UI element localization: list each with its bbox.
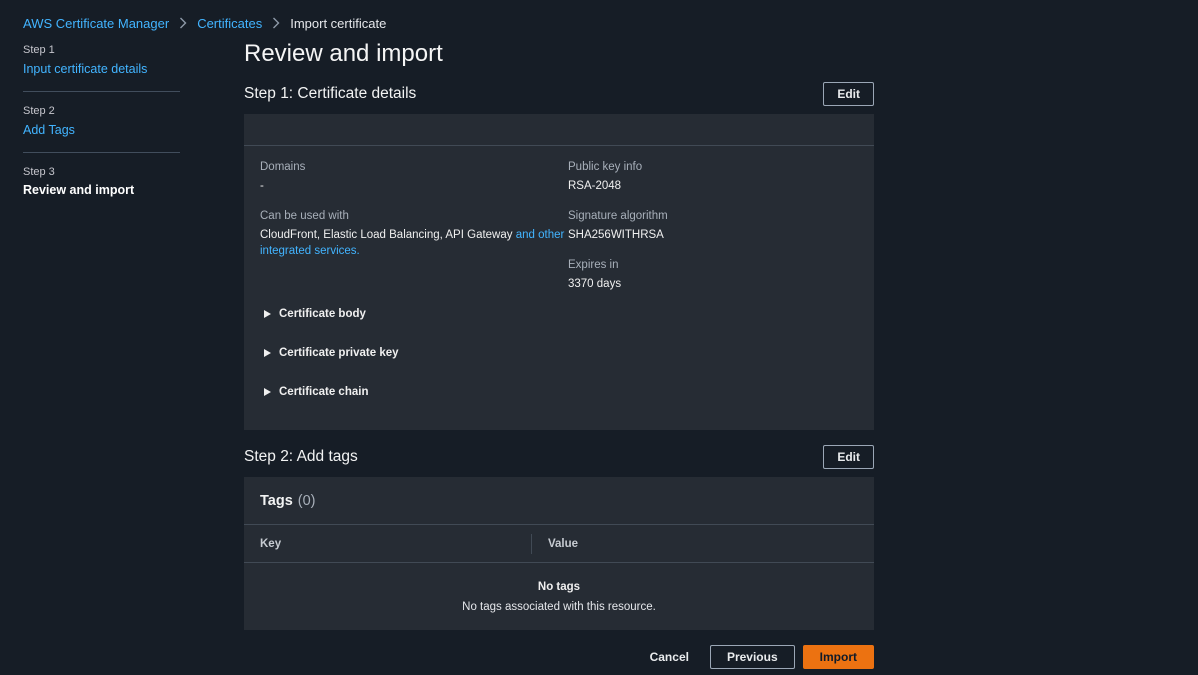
step2-edit-button[interactable]: Edit [823, 445, 874, 469]
expander-label: Certificate body [279, 308, 366, 320]
expires-field: Expires in 3370 days [568, 257, 868, 292]
step-link-add-tags[interactable]: Add Tags [23, 123, 75, 137]
tags-table-header: Key Value [244, 525, 874, 563]
caret-right-icon [264, 388, 271, 396]
certificate-private-key-expander[interactable]: Certificate private key [264, 345, 874, 361]
signature-algorithm-value: SHA256WITHRSA [568, 229, 664, 241]
certificate-chain-expander[interactable]: Certificate chain [264, 384, 874, 400]
cancel-button[interactable]: Cancel [629, 645, 710, 669]
breadcrumb-link-certificates[interactable]: Certificates [197, 16, 262, 31]
empty-state-title: No tags [537, 580, 581, 593]
used-with-value: CloudFront, Elastic Load Balancing, API … [260, 227, 568, 259]
expander-label: Certificate private key [279, 347, 399, 359]
breadcrumb-current: Import certificate [290, 15, 387, 31]
certificate-body-expander[interactable]: Certificate body [264, 306, 874, 322]
domains-value: - [260, 180, 264, 192]
chevron-right-icon [180, 17, 187, 29]
expires-value: 3370 days [568, 278, 622, 290]
caret-right-icon [264, 310, 271, 318]
empty-state-description: No tags associated with this resource. [462, 600, 656, 613]
column-header-key: Key [244, 533, 532, 554]
tags-header: Tags (0) [244, 477, 874, 525]
signature-algorithm-label: Signature algorithm [568, 210, 668, 222]
step-2: Step 2 Add Tags [23, 91, 180, 152]
breadcrumb-link-acm[interactable]: AWS Certificate Manager [23, 16, 169, 31]
chevron-right-icon [273, 17, 280, 29]
step-3: Step 3 Review and import [23, 152, 180, 211]
panel-header [244, 114, 874, 146]
step-number: Step 3 [23, 166, 55, 178]
form-actions: Cancel Previous Import [244, 645, 874, 669]
step-current-review-and-import: Review and import [23, 183, 135, 197]
step1-edit-button[interactable]: Edit [823, 82, 874, 106]
tags-empty-state: No tags No tags associated with this res… [244, 563, 874, 630]
previous-button[interactable]: Previous [709, 645, 795, 669]
details-left-column: Domains - Can be used with CloudFront, E… [260, 159, 568, 306]
column-header-value: Value [548, 537, 579, 550]
domains-field: Domains - [260, 159, 568, 194]
step-number: Step 2 [23, 105, 55, 117]
tags-title: Tags [260, 492, 293, 509]
step1-header: Step 1: Certificate details Edit [244, 82, 874, 106]
caret-right-icon [264, 349, 271, 357]
details-grid: Domains - Can be used with CloudFront, E… [244, 146, 874, 306]
expander-label: Certificate chain [279, 386, 369, 398]
expanders: Certificate body Certificate private key… [244, 306, 874, 400]
step1-title: Step 1: Certificate details [244, 85, 417, 102]
tags-panel: Tags (0) Key Value No tags No tags assoc… [244, 477, 874, 630]
public-key-field: Public key info RSA-2048 [568, 159, 868, 194]
certificate-details-panel: Domains - Can be used with CloudFront, E… [244, 114, 874, 430]
public-key-label: Public key info [568, 161, 643, 173]
domains-label: Domains [260, 161, 306, 173]
main-content: Review and import Step 1: Certificate de… [244, 38, 874, 630]
step2-title: Step 2: Add tags [244, 448, 358, 465]
used-with-label: Can be used with [260, 210, 349, 222]
tags-count: (0) [297, 492, 316, 509]
step-1: Step 1 Input certificate details [23, 44, 180, 91]
step2-header: Step 2: Add tags Edit [244, 445, 874, 469]
used-with-field: Can be used with CloudFront, Elastic Loa… [260, 208, 568, 259]
signature-algorithm-field: Signature algorithm SHA256WITHRSA [568, 208, 868, 243]
step-number: Step 1 [23, 44, 55, 56]
details-right-column: Public key info RSA-2048 Signature algor… [568, 159, 868, 306]
breadcrumb: AWS Certificate Manager Certificates Imp… [23, 15, 386, 31]
step-navigation: Step 1 Input certificate details Step 2 … [23, 44, 180, 211]
page-title: Review and import [244, 40, 443, 67]
used-with-services: CloudFront, Elastic Load Balancing, API … [260, 229, 513, 241]
public-key-value: RSA-2048 [568, 180, 622, 192]
expires-label: Expires in [568, 259, 619, 271]
step-link-input-certificate-details[interactable]: Input certificate details [23, 62, 147, 76]
import-button[interactable]: Import [802, 645, 874, 669]
